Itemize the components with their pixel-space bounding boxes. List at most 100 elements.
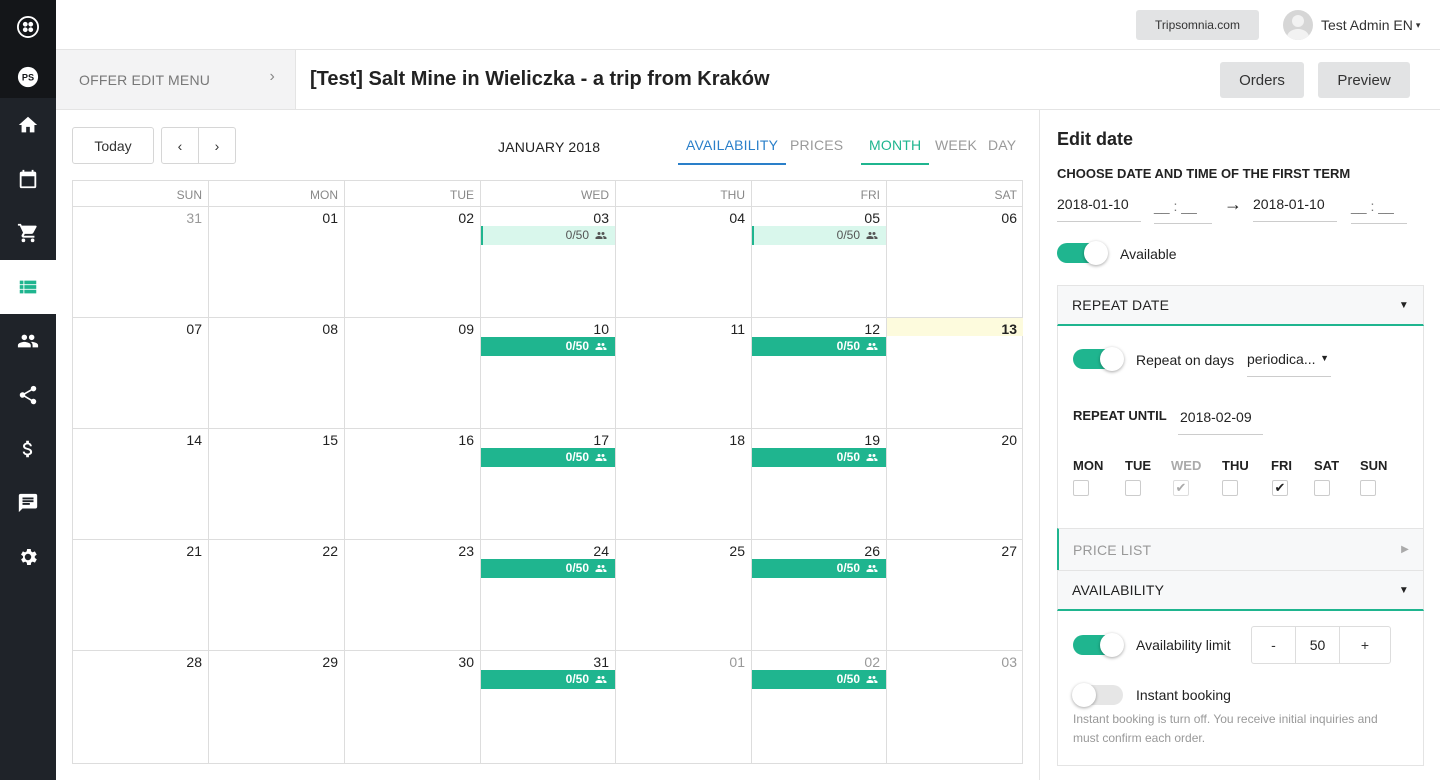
weekday-checkbox-mon[interactable] <box>1073 480 1089 496</box>
prev-month-button[interactable]: ‹ <box>161 127 199 164</box>
availability-event[interactable]: 0/50 <box>481 226 615 245</box>
calendar-day-cell[interactable]: 25 <box>616 540 752 651</box>
availability-limit-toggle[interactable] <box>1073 633 1124 657</box>
weekday-checkbox-tue[interactable] <box>1125 480 1141 496</box>
calendar-day-cell[interactable]: 18 <box>616 429 752 540</box>
calendar-day-cell[interactable]: 21 <box>73 540 209 651</box>
calendar-day-cell[interactable]: 13 <box>887 318 1023 429</box>
calendar-day-cell[interactable]: 09 <box>345 318 481 429</box>
calendar-icon[interactable] <box>0 152 56 206</box>
calendar-day-cell[interactable]: 07 <box>73 318 209 429</box>
calendar-day-cell[interactable]: 23 <box>345 540 481 651</box>
calendar-day-cell[interactable]: 15 <box>209 429 345 540</box>
availability-event[interactable]: 0/50 <box>481 337 615 356</box>
repeat-mode-select[interactable]: periodica... ▼ <box>1247 345 1331 377</box>
home-icon[interactable] <box>0 98 56 152</box>
weekday-label-sun: SUN <box>1360 458 1388 473</box>
today-button[interactable]: Today <box>72 127 154 164</box>
tab-prices[interactable]: PRICES <box>790 137 843 163</box>
time-from-field[interactable]: __ : __ <box>1154 198 1212 224</box>
people-icon[interactable] <box>0 314 56 368</box>
weekday-checkbox-wed[interactable]: ✔ <box>1173 480 1189 496</box>
svg-text:PS: PS <box>22 73 34 83</box>
calendar-day-cell[interactable]: 04 <box>616 207 752 318</box>
next-month-button[interactable]: › <box>198 127 236 164</box>
calendar-day-cell[interactable]: 02 <box>345 207 481 318</box>
calendar-day-cell[interactable]: 01 <box>209 207 345 318</box>
user-menu[interactable]: Test Admin EN ▾ <box>1283 10 1420 40</box>
availability-event[interactable]: 0/50 <box>752 226 886 245</box>
availability-accordion[interactable]: AVAILABILITY ▼ <box>1057 570 1424 611</box>
cart-icon[interactable] <box>0 206 56 260</box>
repeat-date-accordion[interactable]: REPEAT DATE ▼ <box>1057 285 1424 326</box>
calendar-day-cell[interactable]: 10 0/50 <box>481 318 616 429</box>
availability-event[interactable]: 0/50 <box>481 670 615 689</box>
orders-button[interactable]: Orders <box>1220 62 1304 98</box>
price-list-accordion[interactable]: PRICE LIST ▶ <box>1057 528 1424 571</box>
gear-icon[interactable] <box>0 530 56 584</box>
limit-value-input[interactable]: 50 <box>1296 627 1340 663</box>
calendar-day-cell[interactable]: 01 <box>616 651 752 763</box>
offer-edit-menu[interactable]: OFFER EDIT MENU › <box>56 50 296 109</box>
calendar-day-cell[interactable]: 11 <box>616 318 752 429</box>
calendar-day-cell[interactable]: 24 0/50 <box>481 540 616 651</box>
increment-button[interactable]: + <box>1340 627 1390 663</box>
calendar-day-cell[interactable]: 31 0/50 <box>481 651 616 763</box>
calendar-day-cell[interactable]: 03 <box>887 651 1023 763</box>
view-month[interactable]: MONTH <box>861 137 930 165</box>
repeat-until-field[interactable]: 2018-02-09 <box>1178 405 1263 435</box>
decrement-button[interactable]: - <box>1252 627 1296 663</box>
weekday-checkbox-sun[interactable] <box>1360 480 1376 496</box>
weekday-label-thu: THU <box>1222 458 1249 473</box>
calendar-day-cell[interactable]: 02 0/50 <box>752 651 887 763</box>
tab-availability[interactable]: AVAILABILITY <box>678 137 787 165</box>
time-to-field[interactable]: __ : __ <box>1351 198 1407 224</box>
instant-booking-toggle[interactable] <box>1072 683 1123 707</box>
calendar-day-cell[interactable]: 06 <box>887 207 1023 318</box>
calendar-day-cell[interactable]: 16 <box>345 429 481 540</box>
weekday-checkbox-sat[interactable] <box>1314 480 1330 496</box>
calendar-day-cell[interactable]: 03 0/50 <box>481 207 616 318</box>
weekday-checkbox-thu[interactable] <box>1222 480 1238 496</box>
calendar-day-cell[interactable]: 29 <box>209 651 345 763</box>
list-icon[interactable] <box>0 260 56 314</box>
ps-icon[interactable]: PS <box>0 50 56 104</box>
logo-icon[interactable] <box>0 0 56 54</box>
calendar-day-cell[interactable]: 17 0/50 <box>481 429 616 540</box>
preview-button[interactable]: Preview <box>1318 62 1410 98</box>
dollar-icon[interactable] <box>0 422 56 476</box>
calendar-day-cell[interactable]: 28 <box>73 651 209 763</box>
availability-event[interactable]: 0/50 <box>752 559 886 578</box>
calendar-day-cell[interactable]: 08 <box>209 318 345 429</box>
view-day[interactable]: DAY <box>988 137 1016 163</box>
people-icon <box>866 676 878 683</box>
share-icon[interactable] <box>0 368 56 422</box>
available-toggle[interactable] <box>1057 241 1108 265</box>
site-link-button[interactable]: Tripsomnia.com <box>1136 10 1259 40</box>
date-from-field[interactable]: 2018-01-10 <box>1057 196 1141 222</box>
availability-event[interactable]: 0/50 <box>752 670 886 689</box>
top-bar: Tripsomnia.com Test Admin EN ▾ <box>56 0 1440 50</box>
toggle-knob <box>1100 347 1124 371</box>
calendar-day-cell[interactable]: 05 0/50 <box>752 207 887 318</box>
calendar-day-cell[interactable]: 31 <box>73 207 209 318</box>
availability-event[interactable]: 0/50 <box>752 337 886 356</box>
calendar-day-cell[interactable]: 14 <box>73 429 209 540</box>
event-capacity: 0/50 <box>836 561 860 575</box>
date-to-field[interactable]: 2018-01-10 <box>1253 196 1337 222</box>
availability-event[interactable]: 0/50 <box>752 448 886 467</box>
calendar-day-cell[interactable]: 30 <box>345 651 481 763</box>
availability-event[interactable]: 0/50 <box>481 559 615 578</box>
calendar-day-cell[interactable]: 19 0/50 <box>752 429 887 540</box>
availability-event[interactable]: 0/50 <box>481 448 615 467</box>
weekday-header: FRI <box>752 181 887 207</box>
view-week[interactable]: WEEK <box>935 137 977 163</box>
calendar-day-cell[interactable]: 20 <box>887 429 1023 540</box>
calendar-day-cell[interactable]: 26 0/50 <box>752 540 887 651</box>
calendar-day-cell[interactable]: 12 0/50 <box>752 318 887 429</box>
calendar-day-cell[interactable]: 22 <box>209 540 345 651</box>
chat-icon[interactable] <box>0 476 56 530</box>
repeat-days-toggle[interactable] <box>1073 347 1124 371</box>
calendar-day-cell[interactable]: 27 <box>887 540 1023 651</box>
weekday-checkbox-fri[interactable]: ✔ <box>1272 480 1288 496</box>
